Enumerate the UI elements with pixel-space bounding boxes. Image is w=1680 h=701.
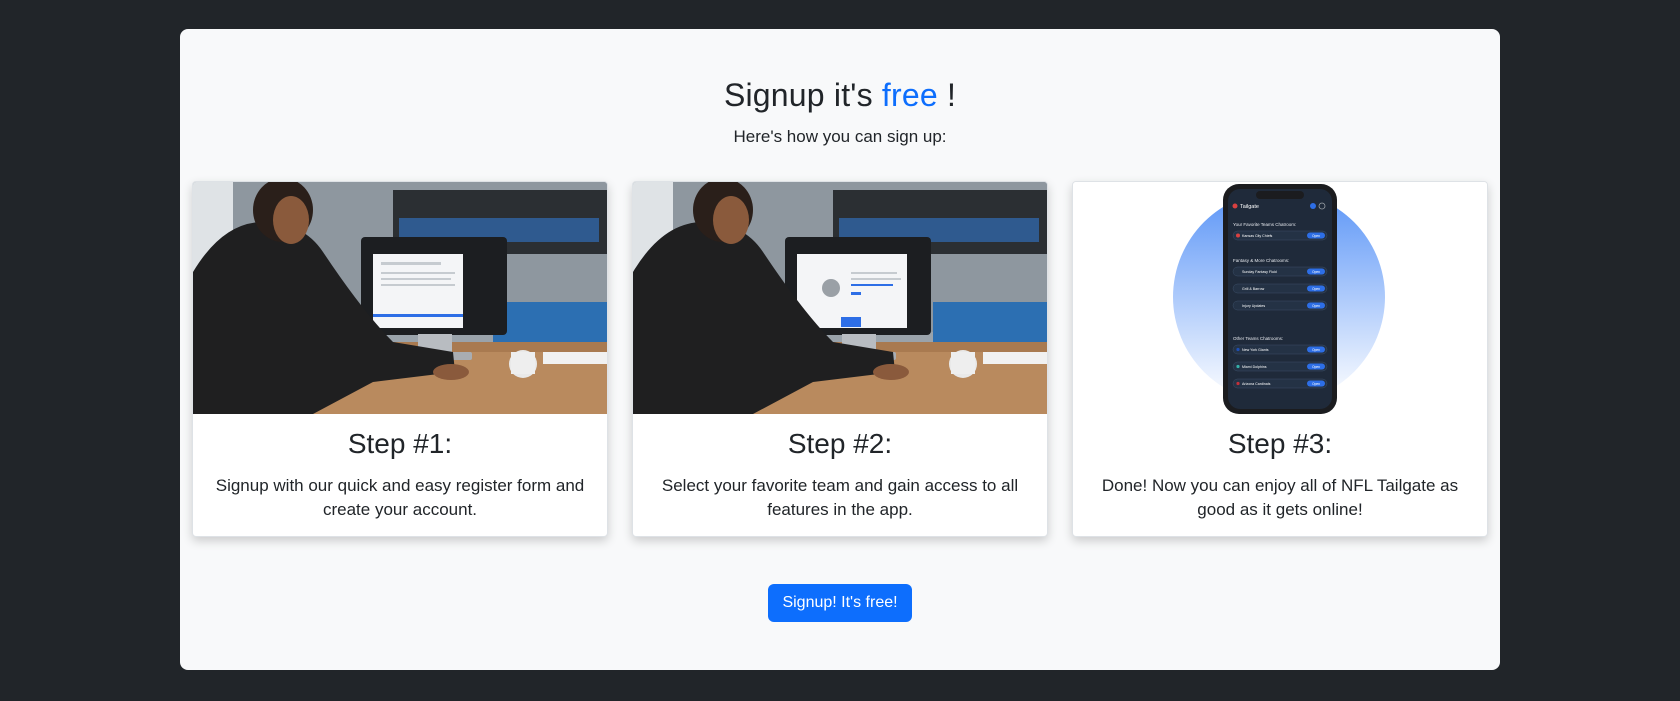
step-title: Step #2: <box>787 428 893 459</box>
phone-app-mockup: Tailgate Your Favorite Teams Chatroom: K… <box>1073 182 1487 414</box>
phone-open-button: Open <box>1312 270 1320 274</box>
step-card-2: Step #2: Select your favorite team and g… <box>632 181 1048 537</box>
phone-open-button: Open <box>1312 365 1320 369</box>
person-at-computer-register-form-photo <box>193 182 607 414</box>
signup-section: Signup it's free ! Here's how you can si… <box>180 29 1500 670</box>
phone-others-heading: Other Teams Chatrooms: <box>1233 336 1283 341</box>
heading-suffix: ! <box>946 77 957 113</box>
phone-open-button: Open <box>1312 287 1320 291</box>
step-card-1: Step #1: Signup with our quick and easy … <box>192 181 608 537</box>
step-description: Select your favorite team and gain acces… <box>661 476 1019 519</box>
phone-other-label: Arizona Cardinals <box>1242 382 1271 386</box>
phone-fantasy-label: Grill & Barrow <box>1242 287 1265 291</box>
heading-prefix: Signup it's <box>723 77 873 113</box>
section-subheading: Here's how you can sign up: <box>733 127 947 146</box>
phone-fantasy-label: Sunday Fantasy Fluid <box>1242 270 1277 274</box>
phone-fantasy-label: Injury Updates <box>1242 304 1265 308</box>
phone-other-label: New York Giants <box>1242 348 1269 352</box>
phone-app-name: Tailgate <box>1240 204 1259 210</box>
step-title: Step #1: <box>347 428 453 459</box>
phone-fantasy-heading: Fantasy & More Chatrooms: <box>1233 258 1289 263</box>
section-heading: Signup it's free ! <box>180 77 1500 114</box>
phone-open-button: Open <box>1312 304 1320 308</box>
phone-open-button: Open <box>1312 348 1320 352</box>
step-title: Step #3: <box>1227 428 1333 459</box>
step-description: Signup with our quick and easy register … <box>215 476 585 519</box>
person-at-computer-team-selection-photo <box>633 182 1047 414</box>
phone-favorite-label: Kansas City Chiefs <box>1242 234 1273 238</box>
phone-other-label: Miami Dolphins <box>1242 365 1267 369</box>
signup-button[interactable]: Signup! It's free! <box>768 584 912 622</box>
phone-open-button: Open <box>1312 382 1320 386</box>
heading-accent: free <box>881 77 938 113</box>
phone-open-button: Open <box>1312 234 1320 238</box>
phone-favorites-heading: Your Favorite Teams Chatroom: <box>1233 222 1296 227</box>
step-card-3: Tailgate Your Favorite Teams Chatroom: K… <box>1072 181 1488 537</box>
step-description: Done! Now you can enjoy all of NFL Tailg… <box>1101 476 1459 519</box>
